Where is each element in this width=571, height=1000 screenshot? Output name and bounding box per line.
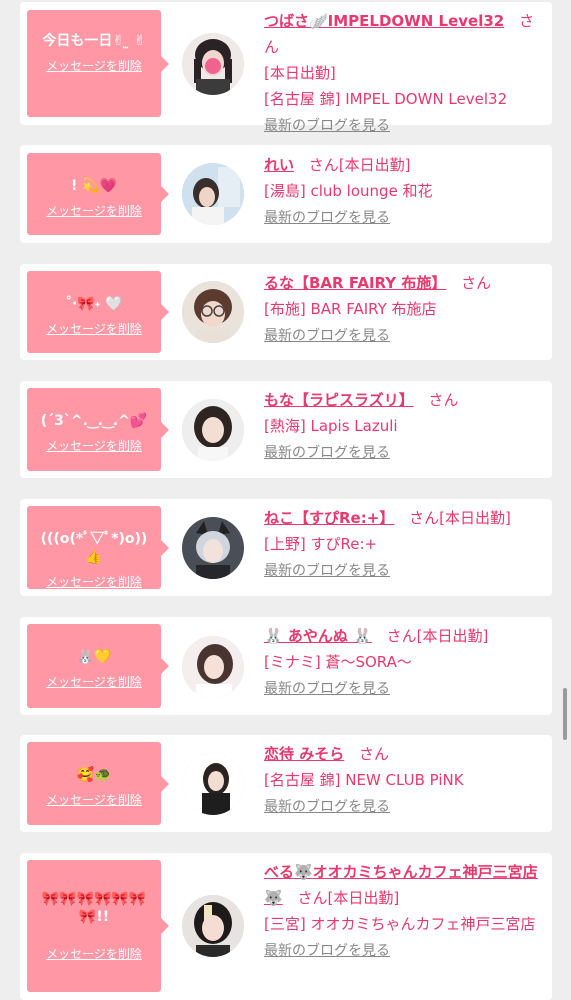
- message-bubble: ! 💫💗 メッセージを削除: [27, 153, 169, 235]
- message-bubble: ˚‧🎀˖ 🤍 メッセージを削除: [27, 271, 169, 353]
- message-bubble: 今日も一日✌︎ ̫ ✌︎ メッセージを削除: [27, 10, 169, 117]
- shop-line: [三宮] オオカミちゃんカフェ神戸三宮店: [264, 915, 536, 933]
- view-blog-link[interactable]: 最新のブログを見る: [264, 561, 546, 581]
- san-label: さん: [428, 391, 459, 409]
- list-item: ˚‧🎀˖ 🤍 メッセージを削除 るな【BAR FAIRY 布施】 さん [布施]…: [20, 264, 552, 360]
- delete-message-link[interactable]: メッセージを削除: [35, 574, 153, 590]
- san-label: さん: [461, 274, 492, 292]
- list-item: ! 💫💗 メッセージを削除 れい さん[本日出勤] [湯島] club loun…: [20, 145, 552, 243]
- list-item: 🐰💛 メッセージを削除 🐰 あやんぬ 🐰 さん[本日出勤] [ミナミ] 蒼〜SO…: [20, 617, 552, 715]
- delete-message-link[interactable]: メッセージを削除: [35, 946, 153, 962]
- message-text: ˚‧🎀˖ 🤍: [65, 296, 123, 312]
- status-label: [本日出勤]: [416, 627, 489, 645]
- san-label: さん: [386, 627, 417, 645]
- scrollbar[interactable]: [563, 688, 567, 740]
- name-link[interactable]: 恋待 みそら: [264, 745, 344, 763]
- view-blog-link[interactable]: 最新のブログを見る: [264, 208, 546, 228]
- delete-message-link[interactable]: メッセージを削除: [35, 58, 153, 74]
- message-bubble: (ˊ3ˋ^. ͜ . ͜ .^💕 メッセージを削除: [27, 388, 169, 471]
- shop-line: [名古屋 錦] IMPEL DOWN Level32: [264, 90, 508, 108]
- delete-message-link[interactable]: メッセージを削除: [35, 674, 153, 690]
- view-blog-link[interactable]: 最新のブログを見る: [264, 116, 546, 136]
- view-blog-link[interactable]: 最新のブログを見る: [264, 941, 546, 961]
- view-blog-link[interactable]: 最新のブログを見る: [264, 443, 546, 463]
- message-bubble: (((o(*ﾟ▽ﾟ*)o))👍 メッセージを削除: [27, 506, 169, 590]
- view-blog-link[interactable]: 最新のブログを見る: [264, 326, 546, 346]
- message-text: 🐰💛: [76, 649, 112, 665]
- view-blog-link[interactable]: 最新のブログを見る: [264, 797, 546, 817]
- avatar[interactable]: [182, 636, 244, 698]
- name-link[interactable]: ねこ【すぴRe:+】: [264, 509, 394, 527]
- message-text: (ˊ3ˋ^. ͜ . ͜ .^💕: [40, 413, 148, 429]
- list-item: 今日も一日✌︎ ̫ ✌︎ メッセージを削除 つばさ🪽IMPELDOWN Leve…: [20, 2, 552, 134]
- item-info: 🐰 あやんぬ 🐰 さん[本日出勤] [ミナミ] 蒼〜SORA〜 最新のブログを見…: [264, 623, 546, 699]
- item-info: つばさ🪽IMPELDOWN Level32 さん [本日出勤] [名古屋 錦] …: [264, 8, 546, 136]
- view-blog-link[interactable]: 最新のブログを見る: [264, 679, 546, 699]
- name-link[interactable]: るな【BAR FAIRY 布施】: [264, 274, 446, 292]
- name-link[interactable]: れい: [264, 156, 294, 174]
- avatar[interactable]: [182, 33, 244, 95]
- delete-message-link[interactable]: メッセージを削除: [35, 438, 153, 454]
- message-text: ! 💫💗: [70, 178, 118, 194]
- message-bubble: 🐰💛 メッセージを削除: [27, 624, 169, 708]
- list-item: (((o(*ﾟ▽ﾟ*)o))👍 メッセージを削除 ねこ【すぴRe:+】 さん[本…: [20, 499, 552, 596]
- list-item: 🎀🎀🎀🎀🎀🎀🎀!! メッセージを削除 べる🐺オオカミちゃんカフェ神戸三宮店🐺 さ…: [20, 853, 552, 1000]
- message-text: 🎀🎀🎀🎀🎀🎀🎀!!: [41, 891, 147, 925]
- message-bubble: 🎀🎀🎀🎀🎀🎀🎀!! メッセージを削除: [27, 860, 169, 992]
- item-info: ねこ【すぴRe:+】 さん[本日出勤] [上野] すぴRe:+ 最新のブログを見…: [264, 505, 546, 581]
- avatar[interactable]: [182, 753, 244, 815]
- message-text: 🥰🐢: [76, 767, 112, 783]
- avatar[interactable]: [182, 895, 244, 957]
- avatar[interactable]: [182, 281, 244, 343]
- name-link[interactable]: もな【ラピスラズリ】: [264, 391, 414, 409]
- name-link[interactable]: つばさ🪽IMPELDOWN Level32: [264, 12, 504, 30]
- list-item: (ˊ3ˋ^. ͜ . ͜ .^💕 メッセージを削除 もな【ラピスラズリ】 さん …: [20, 381, 552, 478]
- message-text: (((o(*ﾟ▽ﾟ*)o))👍: [40, 531, 148, 565]
- item-info: れい さん[本日出勤] [湯島] club lounge 和花 最新のブログを見…: [264, 152, 546, 228]
- item-info: るな【BAR FAIRY 布施】 さん [布施] BAR FAIRY 布施店 最…: [264, 270, 546, 346]
- item-info: べる🐺オオカミちゃんカフェ神戸三宮店🐺 さん[本日出勤] [三宮] オオカミちゃ…: [264, 859, 546, 961]
- list-item: 🥰🐢 メッセージを削除 恋待 みそら さん [名古屋 錦] NEW CLUB P…: [20, 735, 552, 832]
- item-info: 恋待 みそら さん [名古屋 錦] NEW CLUB PiNK 最新のブログを見…: [264, 741, 546, 817]
- delete-message-link[interactable]: メッセージを削除: [35, 792, 153, 808]
- shop-line: [熱海] Lapis Lazuli: [264, 417, 398, 435]
- shop-line: [布施] BAR FAIRY 布施店: [264, 300, 437, 318]
- item-info: もな【ラピスラズリ】 さん [熱海] Lapis Lazuli 最新のブログを見…: [264, 387, 546, 463]
- san-label: さん: [359, 745, 390, 763]
- san-label: さん: [308, 156, 339, 174]
- san-label: さん: [409, 509, 440, 527]
- shop-line: [ミナミ] 蒼〜SORA〜: [264, 653, 412, 671]
- message-text: 今日も一日✌︎ ̫ ✌︎: [42, 33, 146, 49]
- delete-message-link[interactable]: メッセージを削除: [35, 321, 153, 337]
- shop-line: [湯島] club lounge 和花: [264, 182, 433, 200]
- avatar[interactable]: [182, 399, 244, 461]
- avatar[interactable]: [182, 163, 244, 225]
- shop-line: [名古屋 錦] NEW CLUB PiNK: [264, 771, 464, 789]
- detail-line: [本日出勤]: [264, 64, 336, 82]
- message-bubble: 🥰🐢 メッセージを削除: [27, 742, 169, 825]
- delete-message-link[interactable]: メッセージを削除: [35, 203, 153, 219]
- status-label: [本日出勤]: [338, 156, 411, 174]
- status-label: [本日出勤]: [439, 509, 511, 527]
- avatar[interactable]: [182, 517, 244, 579]
- name-link[interactable]: 🐰 あやんぬ 🐰: [264, 627, 372, 645]
- status-label: [本日出勤]: [327, 889, 400, 907]
- shop-line: [上野] すぴRe:+: [264, 535, 378, 553]
- san-label: さん: [297, 889, 328, 907]
